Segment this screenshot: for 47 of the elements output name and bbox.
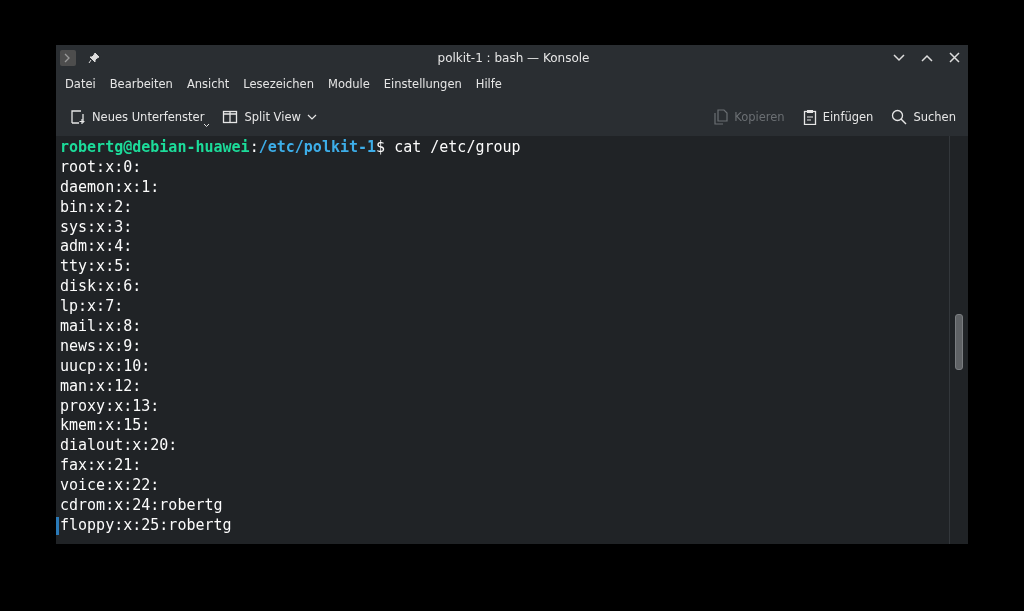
toolbar-button[interactable]: Suchen — [885, 104, 962, 129]
output-line: dialout:x:20: — [60, 436, 178, 457]
output-line: man:x:12: — [60, 376, 142, 397]
pin-icon[interactable] — [88, 51, 100, 64]
output-line: floppy:x:25:robertg — [60, 515, 232, 536]
output-line: root:x:0: — [60, 157, 142, 178]
output-line: adm:x:4: — [60, 237, 133, 258]
output-line: kmem:x:15: — [60, 416, 151, 437]
menu-item[interactable]: Einstellungen — [376, 73, 469, 94]
menu-item[interactable]: Module — [321, 73, 377, 94]
split-view-icon — [222, 108, 239, 125]
new-tab-icon — [70, 108, 86, 125]
output-line: uucp:x:10: — [60, 356, 151, 377]
output-line: cdrom:x:24:robertg — [60, 496, 223, 516]
output-line: voice:x:22: — [60, 476, 160, 497]
prompt-line: robertg@debian-huawei:/etc/polkit-1$ cat /etc/group — [60, 138, 522, 158]
close-icon[interactable] — [949, 52, 960, 63]
menu-item[interactable]: Ansicht — [179, 73, 237, 94]
output-line: lp:x:7: — [60, 297, 124, 317]
menu-item[interactable]: Bearbeiten — [102, 73, 180, 94]
menu-item[interactable]: Hilfe — [468, 73, 509, 94]
output-line: mail:x:8: — [60, 317, 142, 337]
output-line: disk:x:6: — [60, 277, 142, 298]
output-line: daemon:x:1: — [60, 177, 160, 198]
output-line: tty:x:5: — [60, 257, 133, 278]
output-line: proxy:x:13: — [60, 396, 160, 417]
window-title: polkit-1 : bash — Konsole — [436, 50, 591, 65]
toolbar-button[interactable]: Split View — [216, 104, 323, 129]
menu-item[interactable]: Lesezeichen — [236, 73, 321, 94]
dropdown-indicator-icon — [203, 122, 211, 128]
copy-icon — [714, 108, 729, 125]
menu-item[interactable]: Datei — [58, 73, 103, 94]
clipboard-icon — [802, 108, 817, 125]
output-line: news:x:9: — [60, 336, 142, 357]
output-line: bin:x:2: — [60, 197, 133, 218]
output-line: sys:x:3: — [60, 217, 133, 238]
terminal-area[interactable] — [56, 136, 968, 544]
toolbar-button[interactable]: Neues Unterfenster — [64, 104, 211, 129]
search-icon — [891, 108, 908, 125]
toolbar-button[interactable]: Einfügen — [796, 104, 880, 129]
cursor-icon — [56, 516, 59, 535]
maximize-icon[interactable] — [921, 53, 933, 62]
terminal-icon — [60, 49, 76, 66]
chevron-down-icon — [306, 113, 317, 120]
minimize-icon[interactable] — [893, 53, 905, 62]
scrollbar-thumb[interactable] — [955, 314, 963, 370]
output-line: fax:x:21: — [60, 456, 142, 477]
